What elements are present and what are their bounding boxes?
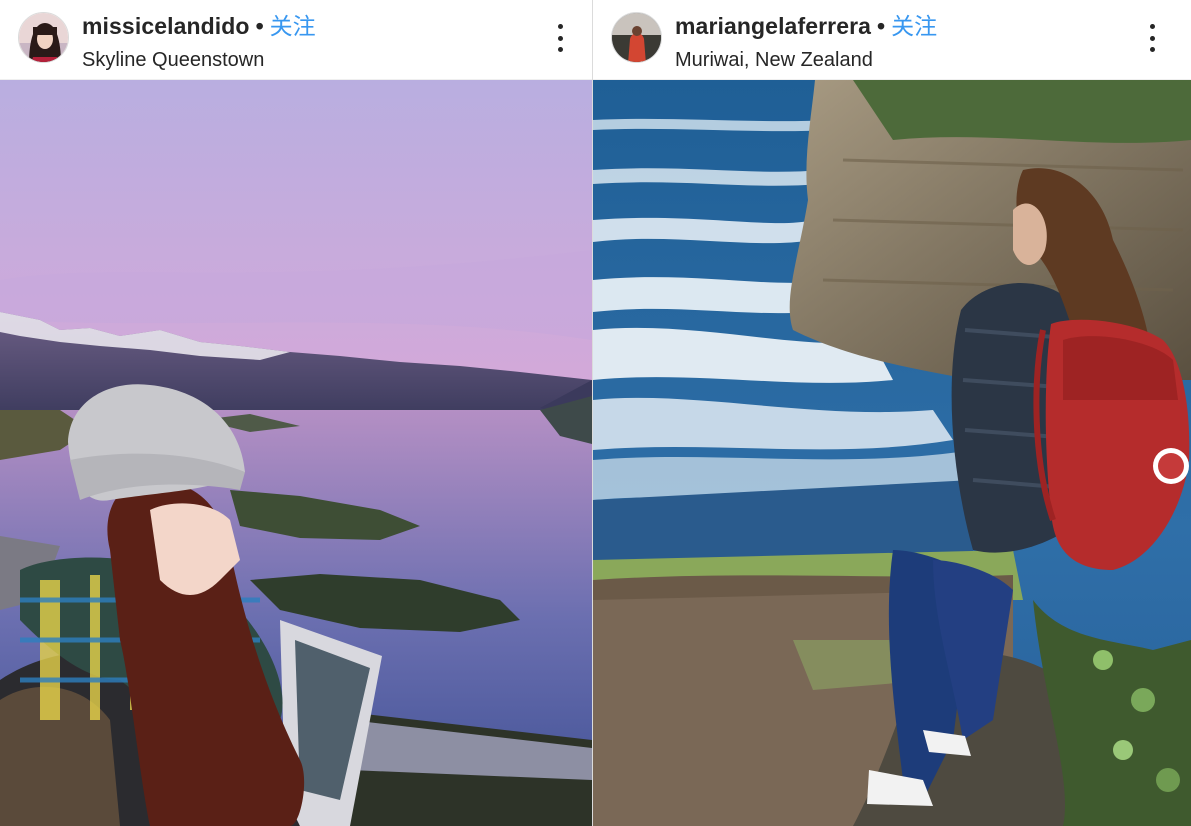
username[interactable]: missicelandido bbox=[82, 13, 250, 39]
post-card: missicelandido • 关注 Skyline Queenstown bbox=[0, 0, 592, 826]
post-photo[interactable] bbox=[0, 80, 592, 826]
separator-dot: • bbox=[877, 13, 886, 39]
location-link[interactable]: Muriwai, New Zealand bbox=[675, 47, 873, 73]
user-avatar[interactable] bbox=[611, 12, 662, 63]
post-photo[interactable] bbox=[593, 80, 1191, 826]
user-avatar[interactable] bbox=[18, 12, 69, 63]
follow-button[interactable]: 关注 bbox=[891, 14, 937, 40]
user-line: mariangelaferrera • 关注 bbox=[675, 11, 937, 42]
username[interactable]: mariangelaferrera bbox=[675, 13, 871, 39]
separator-dot: • bbox=[255, 13, 264, 39]
post-header: missicelandido • 关注 Skyline Queenstown bbox=[0, 0, 592, 80]
more-vertical-icon[interactable] bbox=[1140, 22, 1164, 54]
post-card: mariangelaferrera • 关注 Muriwai, New Zealan… bbox=[593, 0, 1191, 826]
user-line: missicelandido • 关注 bbox=[82, 11, 316, 42]
location-link[interactable]: Skyline Queenstown bbox=[82, 47, 264, 73]
more-vertical-icon[interactable] bbox=[548, 22, 572, 54]
follow-button[interactable]: 关注 bbox=[270, 14, 316, 40]
post-header: mariangelaferrera • 关注 Muriwai, New Zealan… bbox=[593, 0, 1191, 80]
